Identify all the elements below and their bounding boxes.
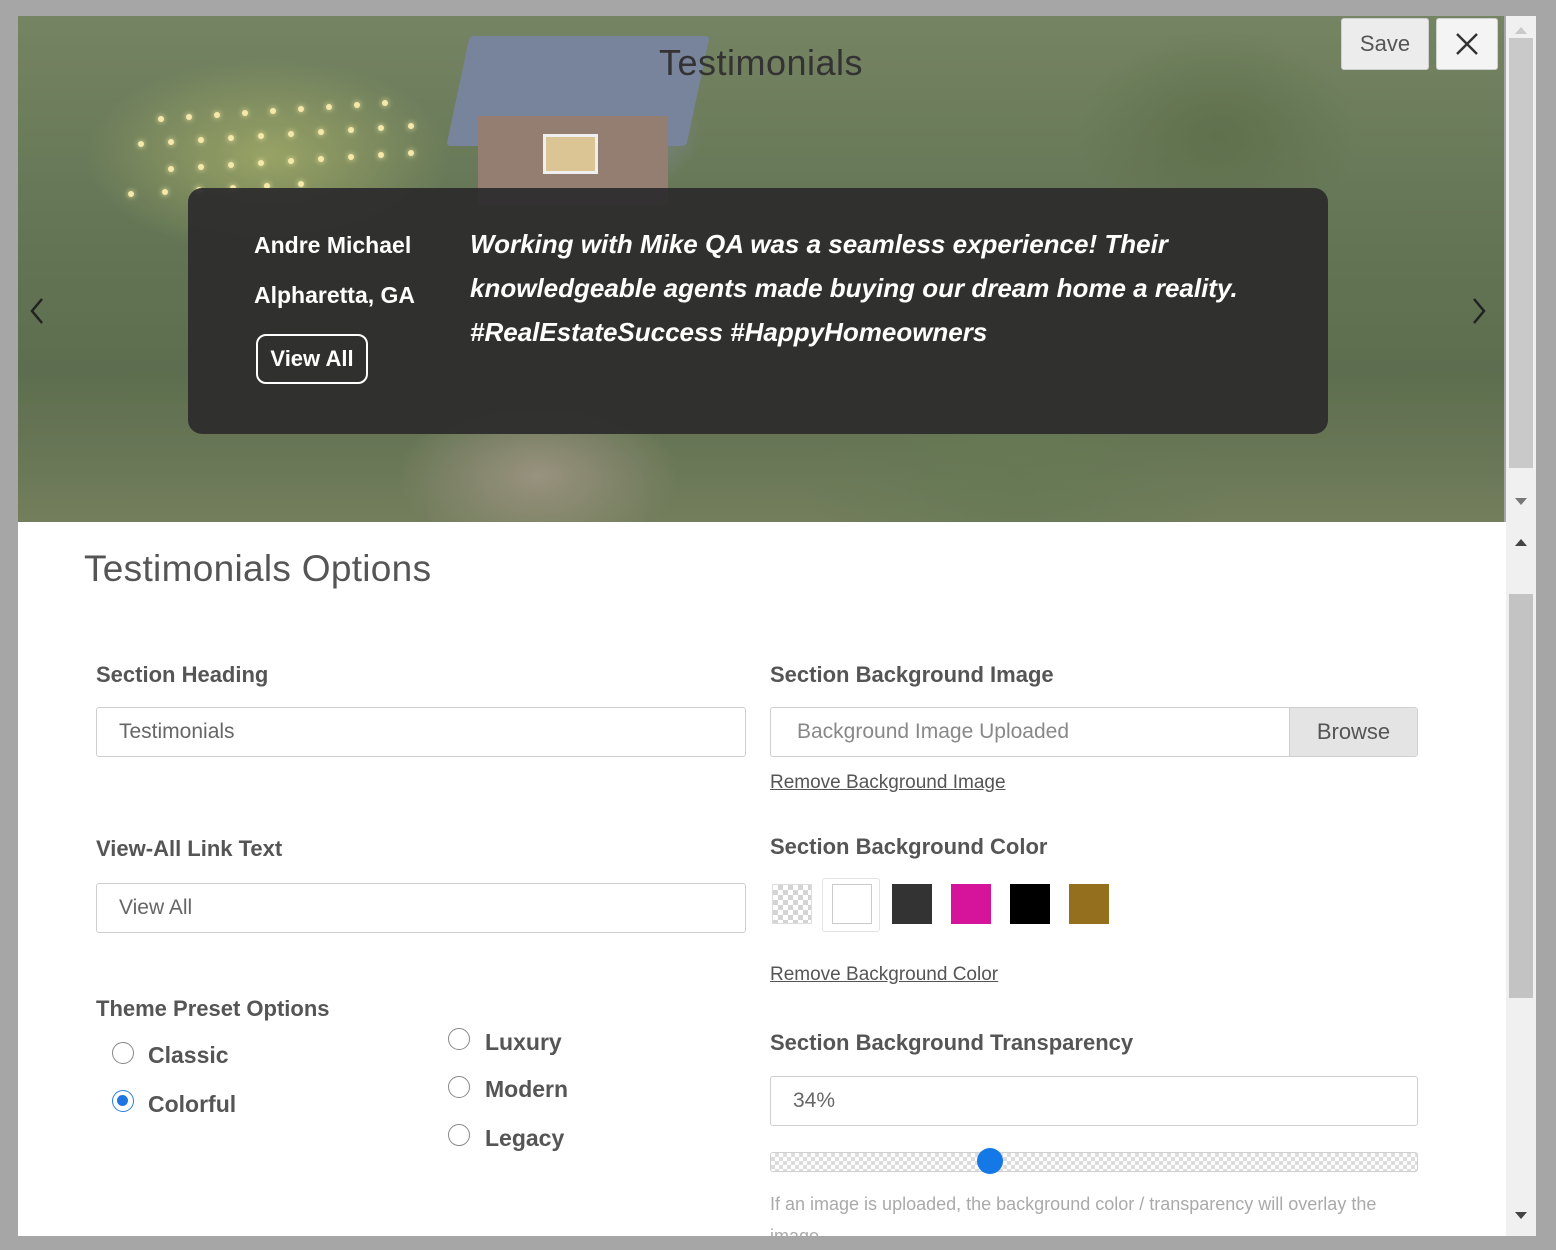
- swatch-white[interactable]: [832, 884, 872, 924]
- scroll-up-icon[interactable]: [1513, 22, 1529, 38]
- swatch-black[interactable]: [1010, 884, 1050, 924]
- swatch-dark-gray[interactable]: [892, 884, 932, 924]
- options-scroll-thumb[interactable]: [1509, 594, 1533, 998]
- radio-classic[interactable]: [112, 1042, 134, 1064]
- options-scrollbar[interactable]: [1506, 522, 1536, 1236]
- preview-title: Testimonials: [658, 42, 864, 83]
- background-color-label: Section Background Color: [770, 834, 1048, 859]
- swatch-magenta[interactable]: [951, 884, 991, 924]
- save-button[interactable]: Save: [1341, 18, 1429, 70]
- transparency-input[interactable]: 34%: [770, 1076, 1418, 1126]
- preview-scroll-thumb[interactable]: [1509, 38, 1533, 468]
- preview-scrollbar[interactable]: [1506, 16, 1536, 522]
- background-image-label: Section Background Image: [770, 662, 1054, 687]
- testimonials-preview: Testimonials Andre Michael Alpharetta, G…: [18, 16, 1504, 522]
- options-title: Testimonials Options: [84, 548, 432, 589]
- view-all-button[interactable]: View All: [256, 334, 368, 384]
- transparency-slider[interactable]: [770, 1152, 1418, 1172]
- previous-arrow-icon[interactable]: [22, 291, 52, 331]
- remove-background-image-link[interactable]: Remove Background Image: [770, 772, 1006, 794]
- radio-modern-label[interactable]: Modern: [485, 1076, 568, 1103]
- radio-luxury-label[interactable]: Luxury: [485, 1029, 562, 1056]
- scroll-down-icon[interactable]: [1513, 1208, 1529, 1224]
- scroll-down-icon[interactable]: [1513, 494, 1529, 510]
- swatch-transparent[interactable]: [772, 884, 812, 924]
- background-image-input[interactable]: Background Image Uploaded Browse: [770, 707, 1418, 757]
- view-all-link-input[interactable]: View All: [96, 883, 746, 933]
- radio-classic-label[interactable]: Classic: [148, 1042, 229, 1069]
- background-image-value: Background Image Uploaded: [797, 720, 1070, 743]
- radio-colorful-label[interactable]: Colorful: [148, 1091, 236, 1118]
- close-button[interactable]: [1436, 18, 1498, 70]
- close-icon: [1456, 33, 1478, 55]
- remove-background-color-link[interactable]: Remove Background Color: [770, 964, 998, 986]
- section-heading-label: Section Heading: [96, 662, 269, 687]
- transparency-label: Section Background Transparency: [770, 1030, 1134, 1055]
- testimonial-location: Alpharetta, GA: [254, 282, 416, 308]
- radio-modern[interactable]: [448, 1076, 470, 1098]
- testimonial-quote: Working with Mike QA was a seamless expe…: [470, 229, 1238, 347]
- testimonial-card: Andre Michael Alpharetta, GA View All Wo…: [188, 188, 1328, 434]
- swatch-gold[interactable]: [1069, 884, 1109, 924]
- radio-colorful[interactable]: [112, 1090, 134, 1112]
- testimonial-author: Andre Michael: [254, 232, 412, 258]
- radio-luxury[interactable]: [448, 1028, 470, 1050]
- radio-legacy[interactable]: [448, 1124, 470, 1146]
- section-heading-input[interactable]: Testimonials: [96, 707, 746, 757]
- next-arrow-icon[interactable]: [1464, 291, 1494, 331]
- view-all-link-label: View-All Link Text: [96, 836, 283, 861]
- transparency-hint: If an image is uploaded, the background …: [770, 1194, 1377, 1236]
- theme-preset-label: Theme Preset Options: [96, 996, 330, 1021]
- browse-button[interactable]: Browse: [1289, 708, 1417, 756]
- scroll-up-icon[interactable]: [1513, 534, 1529, 550]
- radio-legacy-label[interactable]: Legacy: [485, 1125, 564, 1152]
- testimonials-options-panel: Testimonials Options Section Heading Tes…: [18, 522, 1506, 1236]
